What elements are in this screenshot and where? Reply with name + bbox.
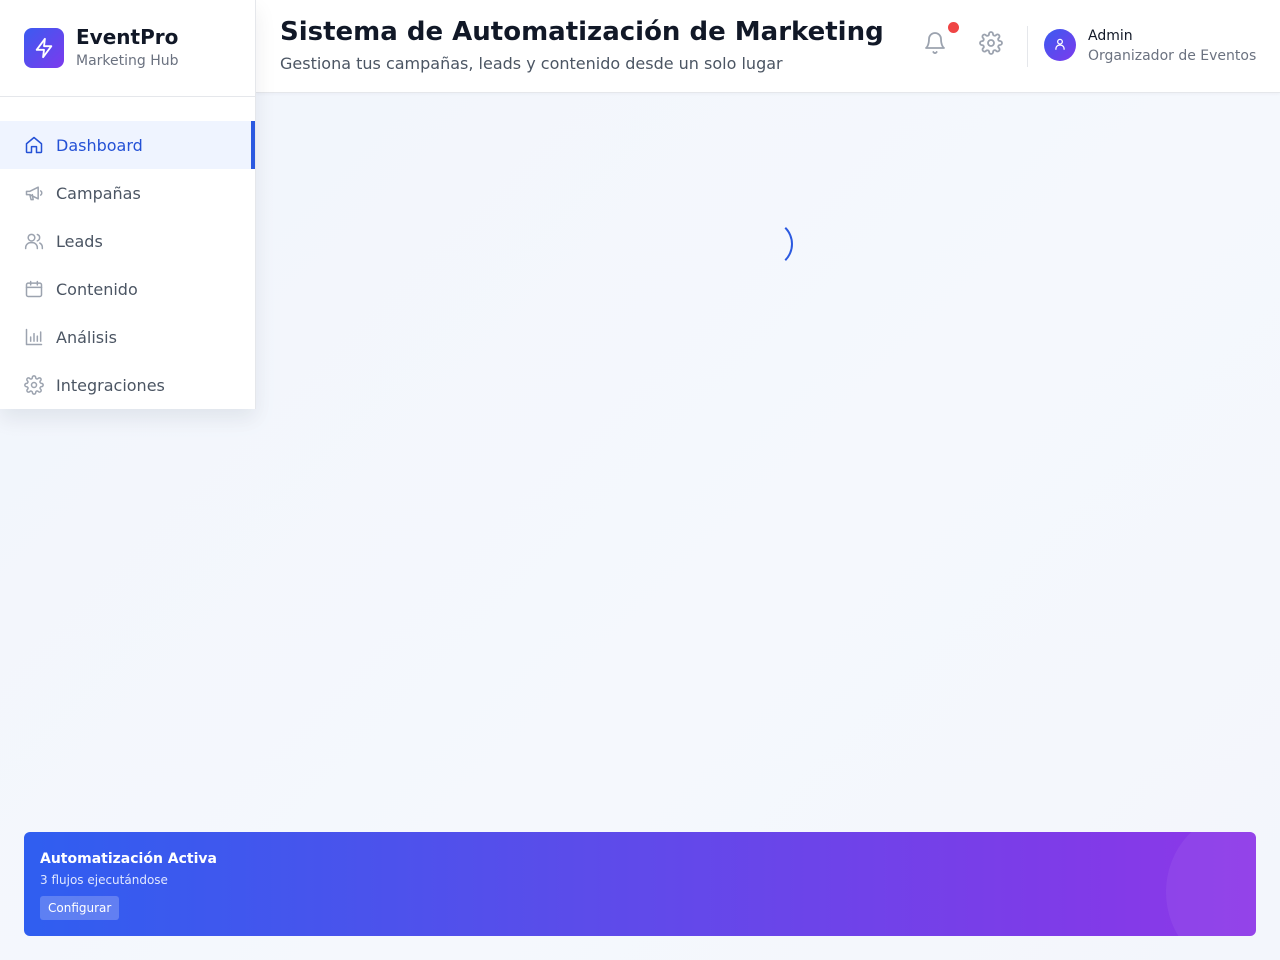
sidebar-item-dashboard[interactable]: Dashboard <box>0 121 255 169</box>
banner-decoration <box>1166 832 1256 936</box>
sidebar-item-label: Campañas <box>56 183 141 203</box>
notification-badge <box>948 22 959 33</box>
settings-button[interactable] <box>976 30 1006 60</box>
sidebar-item-integrations[interactable]: Integraciones <box>0 361 255 409</box>
sidebar-nav: Dashboard Campañas Leads Contenido Análi… <box>0 97 255 409</box>
lightning-icon <box>24 28 64 68</box>
gear-icon <box>979 31 1003 59</box>
sidebar-item-label: Leads <box>56 231 103 251</box>
header: Sistema de Automatización de Marketing G… <box>256 0 1280 93</box>
bar-chart-icon <box>24 327 44 347</box>
home-icon <box>24 135 44 155</box>
users-icon <box>24 231 44 251</box>
avatar[interactable] <box>1044 29 1076 61</box>
sidebar-item-label: Contenido <box>56 279 138 299</box>
brand: EventPro Marketing Hub <box>0 0 255 97</box>
page-title: Sistema de Automatización de Marketing <box>280 17 884 47</box>
bell-icon <box>923 31 947 59</box>
gear-icon <box>24 375 44 395</box>
sidebar-item-leads[interactable]: Leads <box>0 217 255 265</box>
page-subtitle: Gestiona tus campañas, leads y contenido… <box>280 54 783 73</box>
loading-spinner <box>745 220 793 268</box>
banner-title: Automatización Activa <box>40 851 217 867</box>
megaphone-icon <box>24 183 44 203</box>
sidebar-item-label: Dashboard <box>56 135 143 155</box>
brand-name: EventPro <box>76 25 179 49</box>
sidebar-item-label: Integraciones <box>56 375 165 395</box>
sidebar-item-analytics[interactable]: Análisis <box>0 313 255 361</box>
sidebar-item-campaigns[interactable]: Campañas <box>0 169 255 217</box>
sidebar-item-label: Análisis <box>56 327 117 347</box>
header-divider <box>1027 26 1028 67</box>
automation-banner: Automatización Activa 3 flujos ejecutánd… <box>24 832 1256 936</box>
calendar-icon <box>24 279 44 299</box>
banner-description: 3 flujos ejecutándose <box>40 873 168 887</box>
configure-button[interactable]: Configurar <box>40 896 120 920</box>
brand-subtitle: Marketing Hub <box>76 53 179 69</box>
user-name: Admin <box>1088 28 1133 44</box>
user-role: Organizador de Eventos <box>1088 48 1257 64</box>
sidebar-item-content[interactable]: Contenido <box>0 265 255 313</box>
user-icon <box>1053 36 1067 55</box>
notifications-button[interactable] <box>920 30 950 60</box>
sidebar: EventPro Marketing Hub Dashboard Campaña… <box>0 0 256 409</box>
